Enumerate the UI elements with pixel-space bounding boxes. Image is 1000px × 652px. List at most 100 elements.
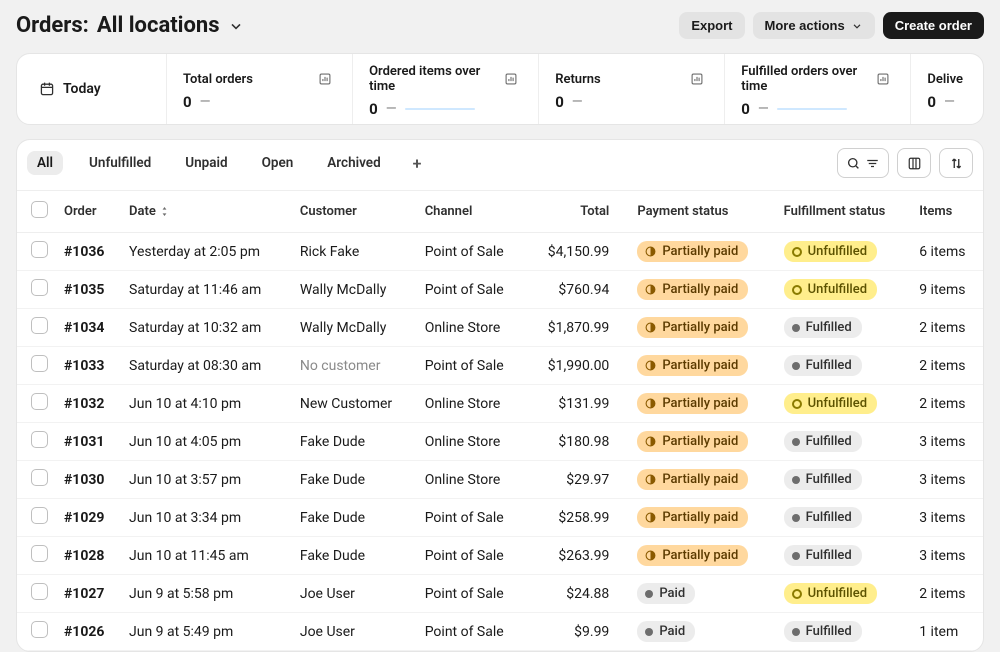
create-order-button[interactable]: Create order <box>883 12 984 39</box>
orders-table-card: All Unfulfilled Unpaid Open Archived + <box>16 139 984 652</box>
row-checkbox[interactable] <box>31 583 48 600</box>
export-button[interactable]: Export <box>679 12 744 39</box>
search-filter-button[interactable] <box>837 148 889 178</box>
sort-indicator-icon <box>156 207 169 216</box>
col-customer[interactable]: Customer <box>300 204 357 219</box>
row-checkbox[interactable] <box>31 545 48 562</box>
filter-tab-all[interactable]: All <box>27 151 63 175</box>
select-all-checkbox[interactable] <box>31 201 48 218</box>
status-dot-icon <box>645 628 653 636</box>
payment-status-badge: Partially paid <box>637 241 748 262</box>
status-dot-icon <box>792 476 800 484</box>
customer-name: Fake Dude <box>300 510 365 526</box>
col-total[interactable]: Total <box>580 204 609 219</box>
col-payment[interactable]: Payment status <box>637 204 728 219</box>
row-checkbox[interactable] <box>31 507 48 524</box>
order-id[interactable]: #1032 <box>64 396 104 412</box>
chevron-down-icon <box>851 20 863 32</box>
col-order[interactable]: Order <box>64 204 97 219</box>
sort-button[interactable] <box>939 148 973 178</box>
row-checkbox[interactable] <box>31 241 48 258</box>
row-checkbox[interactable] <box>31 393 48 410</box>
page-title-group[interactable]: Orders: All locations <box>16 13 244 38</box>
order-id[interactable]: #1033 <box>64 358 104 374</box>
channel: Online Store <box>425 320 501 336</box>
payment-status-badge: Paid <box>637 621 695 642</box>
stat-value: 0 <box>183 93 192 111</box>
row-checkbox[interactable] <box>31 317 48 334</box>
channel: Point of Sale <box>425 548 504 564</box>
fulfillment-status-badge: Unfulfilled <box>784 279 877 300</box>
order-id[interactable]: #1028 <box>64 548 104 564</box>
order-date: Jun 10 at 3:34 pm <box>129 510 241 526</box>
filter-tab-archived[interactable]: Archived <box>319 151 388 175</box>
analytics-icon <box>504 72 518 86</box>
filter-tab-unfulfilled[interactable]: Unfulfilled <box>81 151 159 175</box>
row-checkbox[interactable] <box>31 279 48 296</box>
more-actions-button[interactable]: More actions <box>753 12 875 39</box>
table-row[interactable]: #1036Yesterday at 2:05 pmRick FakePoint … <box>17 233 983 271</box>
table-row[interactable]: #1033Saturday at 08:30 amNo customerPoin… <box>17 347 983 385</box>
add-filter-button[interactable]: + <box>407 152 428 175</box>
table-row[interactable]: #1031Jun 10 at 4:05 pmFake DudeOnline St… <box>17 423 983 461</box>
table-row[interactable]: #1029Jun 10 at 3:34 pmFake DudePoint of … <box>17 499 983 537</box>
summary-today[interactable]: Today <box>17 54 167 124</box>
table-row[interactable]: #1026Jun 9 at 5:49 pmJoe UserPoint of Sa… <box>17 613 983 651</box>
stat-label: Returns <box>555 72 601 87</box>
status-dot-icon <box>792 324 800 332</box>
summary-stat[interactable]: Fulfilled orders over time0— <box>725 54 911 124</box>
col-fulfillment[interactable]: Fulfillment status <box>784 204 886 219</box>
order-id[interactable]: #1026 <box>64 624 104 640</box>
summary-stat[interactable]: Returns0— <box>539 54 725 124</box>
orders-table: Order Date Customer Channel Total Paymen… <box>17 191 983 651</box>
table-row[interactable]: #1035Saturday at 11:46 amWally McDallyPo… <box>17 271 983 309</box>
col-channel[interactable]: Channel <box>425 204 473 219</box>
sparkline <box>405 108 475 110</box>
row-checkbox[interactable] <box>31 355 48 372</box>
order-date: Jun 10 at 4:10 pm <box>129 396 241 412</box>
order-id[interactable]: #1027 <box>64 586 104 602</box>
summary-stat[interactable]: Total orders0— <box>167 54 353 124</box>
order-total: $263.99 <box>558 548 609 564</box>
order-id[interactable]: #1030 <box>64 472 104 488</box>
stat-dash: — <box>200 94 211 110</box>
order-total: $1,870.99 <box>548 320 610 336</box>
status-ring-icon <box>792 285 802 295</box>
partial-icon <box>645 322 656 333</box>
summary-stat[interactable]: Ordered items over time0— <box>353 54 539 124</box>
col-items[interactable]: Items <box>919 204 952 219</box>
order-id[interactable]: #1035 <box>64 282 104 298</box>
order-id[interactable]: #1034 <box>64 320 104 336</box>
table-row[interactable]: #1030Jun 10 at 3:57 pmFake DudeOnline St… <box>17 461 983 499</box>
page-header: Orders: All locations Export More action… <box>16 12 984 39</box>
fulfillment-status-badge: Unfulfilled <box>784 393 877 414</box>
fulfillment-status-badge: Fulfilled <box>784 545 862 566</box>
item-count: 3 items <box>919 510 965 526</box>
row-checkbox[interactable] <box>31 621 48 638</box>
stat-dash: — <box>386 101 397 117</box>
customer-name: Wally McDally <box>300 282 387 298</box>
table-row[interactable]: #1034Saturday at 10:32 amWally McDallyOn… <box>17 309 983 347</box>
payment-status-badge: Partially paid <box>637 355 748 376</box>
row-checkbox[interactable] <box>31 431 48 448</box>
channel: Point of Sale <box>425 358 504 374</box>
columns-button[interactable] <box>897 148 931 178</box>
table-row[interactable]: #1032Jun 10 at 4:10 pmNew CustomerOnline… <box>17 385 983 423</box>
order-id[interactable]: #1029 <box>64 510 104 526</box>
stat-label: Fulfilled orders over time <box>741 64 876 94</box>
table-row[interactable]: #1028Jun 10 at 11:45 amFake DudePoint of… <box>17 537 983 575</box>
summary-stat[interactable]: Delive0— <box>911 54 983 124</box>
search-icon <box>846 156 861 171</box>
payment-status-badge: Partially paid <box>637 317 748 338</box>
filter-tab-open[interactable]: Open <box>254 151 302 175</box>
chevron-down-icon[interactable] <box>228 18 244 34</box>
row-checkbox[interactable] <box>31 469 48 486</box>
col-date[interactable]: Date <box>129 204 169 219</box>
filter-tab-unpaid[interactable]: Unpaid <box>177 151 235 175</box>
stat-dash: — <box>944 94 955 110</box>
table-row[interactable]: #1027Jun 9 at 5:58 pmJoe UserPoint of Sa… <box>17 575 983 613</box>
order-id[interactable]: #1031 <box>64 434 104 450</box>
order-id[interactable]: #1036 <box>64 244 104 260</box>
fulfillment-status-badge: Fulfilled <box>784 507 862 528</box>
status-dot-icon <box>792 628 800 636</box>
